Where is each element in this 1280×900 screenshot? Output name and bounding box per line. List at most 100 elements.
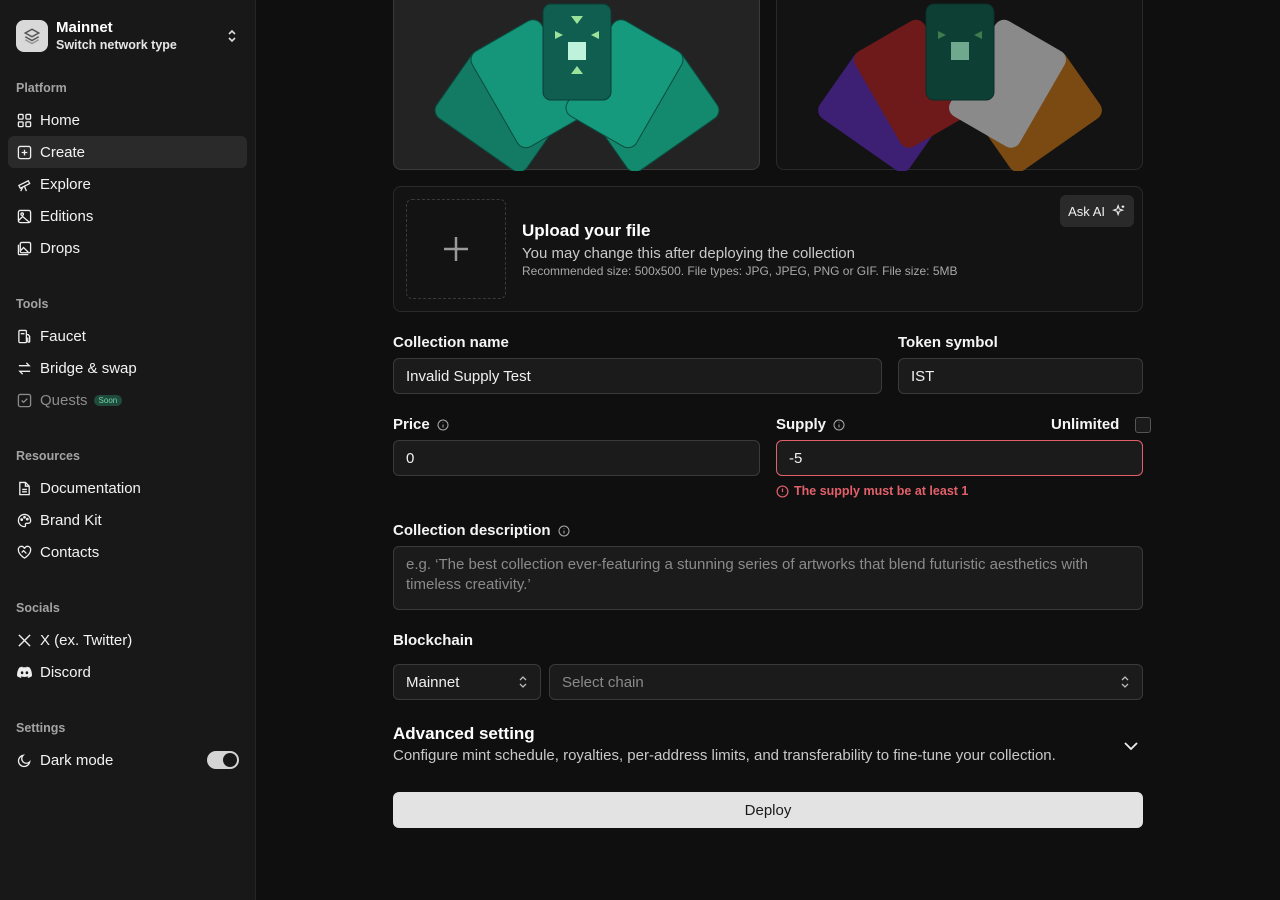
token-symbol-label: Token symbol [898, 334, 998, 351]
sidebar-item-label: Brand Kit [40, 511, 102, 529]
network-title: Mainnet [56, 19, 113, 36]
sidebar-item-brand-kit[interactable]: Brand Kit [8, 504, 247, 536]
description-label: Collection description [393, 522, 551, 539]
sidebar-item-quests[interactable]: Quests Soon [8, 384, 247, 416]
sidebar-item-documentation[interactable]: Documentation [8, 472, 247, 504]
unlimited-checkbox[interactable] [1135, 416, 1152, 433]
supply-error: The supply must be at least 1 [776, 484, 968, 498]
sidebar-item-create[interactable]: Create [8, 136, 247, 168]
alert-circle-icon [776, 484, 789, 498]
moon-icon [16, 752, 32, 768]
sidebar-item-label: Editions [40, 207, 94, 225]
arrows-swap-icon [16, 360, 32, 376]
advanced-setting-toggle[interactable]: Advanced setting Configure mint schedule… [393, 724, 1143, 772]
price-input[interactable]: 0 [393, 440, 760, 476]
upload-card: Upload your file You may change this aft… [393, 186, 1143, 312]
sidebar-item-label: Faucet [40, 327, 86, 345]
ask-ai-label: Ask AI [1068, 203, 1105, 219]
chevron-up-down-icon [1121, 676, 1129, 688]
info-icon[interactable] [558, 525, 570, 537]
artwork-cards-illustration [818, 3, 1102, 171]
unlimited-label: Unlimited [1051, 416, 1120, 433]
chain-select[interactable]: Select chain [549, 664, 1143, 700]
plus-square-icon [16, 144, 32, 160]
palette-icon [16, 512, 32, 528]
document-icon [16, 480, 32, 496]
sidebar-item-label: Bridge & swap [40, 359, 137, 377]
advanced-title: Advanced setting [393, 724, 535, 743]
info-icon[interactable] [437, 419, 449, 431]
sidebar-item-explore[interactable]: Explore [8, 168, 247, 200]
upload-hint: Recommended size: 500x500. File types: J… [522, 264, 958, 278]
images-icon [16, 240, 32, 256]
fuel-icon [16, 328, 32, 344]
grid-icon [16, 112, 32, 128]
sidebar-item-label: Discord [40, 663, 91, 681]
supply-label: Supply [776, 416, 827, 433]
collection-name-label: Collection name [393, 334, 509, 351]
sidebar-item-faucet[interactable]: Faucet [8, 320, 247, 352]
sidebar-item-label: Quests [40, 391, 88, 409]
description-textarea[interactable]: e.g. ‘The best collection ever-featuring… [393, 546, 1143, 610]
price-label: Price [393, 416, 430, 433]
sparkles-icon [1112, 204, 1125, 217]
blockchain-label: Blockchain [393, 632, 474, 649]
sidebar-item-drops[interactable]: Drops [8, 232, 247, 264]
check-square-icon [16, 392, 32, 408]
discord-icon [16, 664, 32, 680]
section-heading-resources: Resources [16, 449, 80, 463]
supply-label-row: Supply [776, 416, 845, 433]
dark-mode-toggle[interactable] [207, 751, 239, 769]
sidebar-item-label: Contacts [40, 543, 100, 561]
upload-dropzone[interactable] [406, 199, 506, 299]
chevron-up-down-icon [519, 676, 527, 688]
sidebar-item-label: Home [40, 111, 81, 129]
section-heading-tools: Tools [16, 297, 49, 311]
collection-name-input[interactable]: Invalid Supply Test [393, 358, 882, 394]
chevron-up-down-icon [224, 26, 240, 46]
deploy-button[interactable]: Deploy [393, 792, 1143, 828]
chain-select-placeholder: Select chain [562, 673, 644, 691]
supply-input[interactable]: -5 [776, 440, 1143, 476]
sidebar-item-contacts[interactable]: Contacts [8, 536, 247, 568]
sidebar-item-label: Documentation [40, 479, 141, 497]
layers-icon [16, 20, 48, 52]
advanced-desc: Configure mint schedule, royalties, per-… [393, 747, 1056, 764]
sidebar: Mainnet Switch network type Platform Hom… [0, 0, 256, 900]
unlimited-row: Unlimited [1051, 416, 1152, 433]
upload-title: Upload your file [522, 221, 651, 240]
x-logo-icon [16, 632, 32, 648]
section-heading-socials: Socials [16, 601, 60, 615]
artwork-cards-illustration [434, 3, 720, 171]
price-label-row: Price [393, 416, 449, 433]
sidebar-item-discord[interactable]: Discord [8, 656, 247, 688]
sidebar-item-label: Drops [40, 239, 81, 257]
sidebar-item-editions[interactable]: Editions [8, 200, 247, 232]
description-label-row: Collection description [393, 522, 570, 539]
description-placeholder: e.g. ‘The best collection ever-featuring… [406, 556, 1089, 593]
artwork-option-multicolor[interactable]: artwork [776, 0, 1143, 171]
plus-icon [444, 237, 468, 261]
token-symbol-input[interactable]: IST [898, 358, 1143, 394]
heart-handshake-icon [16, 544, 32, 560]
dark-mode-label: Dark mode [40, 751, 114, 769]
info-icon[interactable] [833, 419, 845, 431]
image-icon [16, 208, 32, 224]
artwork-option-green[interactable]: artwork [393, 0, 760, 171]
sidebar-item-label: Create [40, 143, 86, 161]
sidebar-item-label: Explore [40, 175, 91, 193]
network-switcher[interactable]: Mainnet Switch network type [16, 18, 240, 54]
network-select[interactable]: Mainnet [393, 664, 541, 700]
sidebar-item-label: X (ex. Twitter) [40, 631, 133, 649]
network-select-value: Mainnet [406, 673, 460, 691]
sidebar-item-home[interactable]: Home [8, 104, 247, 136]
supply-error-text: The supply must be at least 1 [794, 484, 969, 498]
upload-subtitle: You may change this after deploying the … [522, 245, 855, 262]
ask-ai-button[interactable]: Ask AI [1060, 195, 1134, 227]
soon-badge: Soon [93, 394, 123, 406]
sidebar-item-x-twitter[interactable]: X (ex. Twitter) [8, 624, 247, 656]
section-heading-settings: Settings [16, 721, 66, 735]
chevron-down-icon [1124, 742, 1138, 751]
section-heading-platform: Platform [16, 81, 67, 95]
sidebar-item-bridge-swap[interactable]: Bridge & swap [8, 352, 247, 384]
